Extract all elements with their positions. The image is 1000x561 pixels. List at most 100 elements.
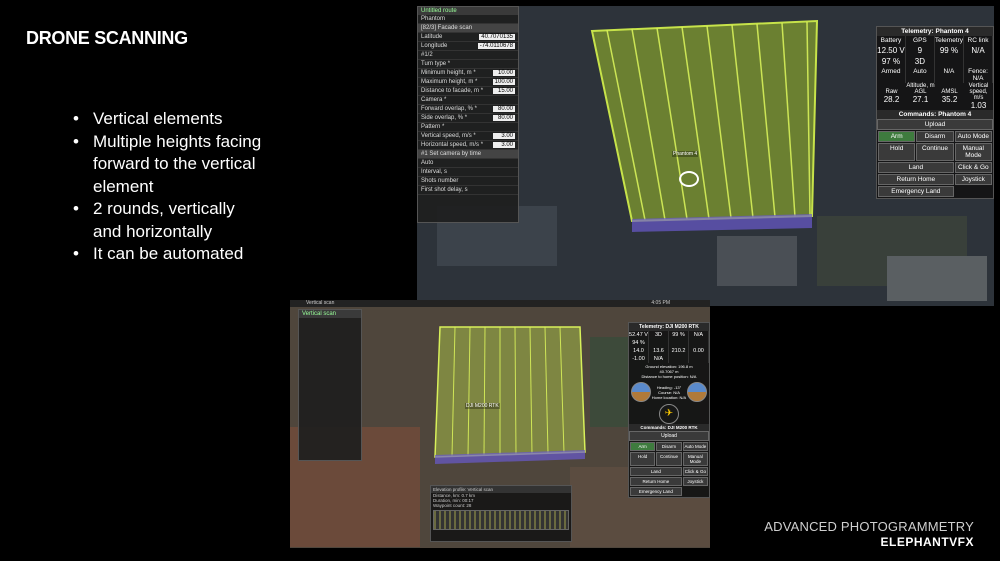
hspeed: N/A: [649, 355, 669, 363]
armed-cell: Armed: [877, 67, 906, 83]
param-value-field[interactable]: 15.00: [493, 88, 515, 94]
param-value-field[interactable]: 80.00: [493, 106, 515, 112]
alt-value: 28.2: [883, 95, 900, 104]
camera-row: Auto: [421, 160, 434, 166]
top-bar: Vertical scan 4:05 PM: [290, 300, 710, 307]
return-home-button[interactable]: Return Home: [878, 174, 954, 185]
bullet-list: Vertical elements Multiple heights facin…: [73, 108, 263, 266]
sub-bullet: 2 rounds, vertically and horizontally: [73, 198, 263, 243]
param-label: Maximum height, m *: [421, 79, 478, 85]
upload-button[interactable]: Upload: [629, 431, 709, 441]
route-editor-panel: Untitled route Phantom [82/3] Facade sca…: [417, 6, 519, 223]
longitude-field[interactable]: -74.0110678: [477, 43, 515, 49]
attitude-indicator-icon: [631, 382, 651, 402]
param-row: Horizontal speed, m/s * 3.00: [418, 141, 518, 150]
alt-value: 210.2: [669, 347, 689, 355]
armed-cell: Fence: N/A: [964, 67, 993, 83]
land-button[interactable]: Land: [630, 467, 682, 476]
tele-header: Telemetry: [934, 36, 965, 45]
elevation-title: Elevation profile: Vertical scan: [431, 486, 571, 493]
tele-header: RC link: [964, 36, 993, 45]
param-value-field[interactable]: 3.00: [493, 133, 515, 139]
param-label: Minimum height, m *: [421, 70, 476, 76]
click-go-button[interactable]: Click & Go: [682, 467, 708, 476]
emergency-land-button[interactable]: Emergency Land: [878, 186, 954, 197]
camera-row: Shots number: [421, 178, 459, 184]
facade-scan-screenshot: Phantom 4 Untitled route Phantom [82/3] …: [417, 6, 994, 306]
mission-name: [82/3] Facade scan: [421, 25, 473, 31]
alt-value: 35.2: [941, 95, 958, 104]
param-value-field[interactable]: 10.00: [493, 70, 515, 76]
continue-button[interactable]: Continue: [656, 452, 682, 466]
arm-button[interactable]: Arm: [878, 131, 916, 142]
alt-value: 27.1: [912, 95, 929, 104]
arm-button[interactable]: Arm: [630, 442, 656, 451]
hold-button[interactable]: Hold: [878, 143, 916, 161]
param-row: Forward overlap, % * 80.00: [418, 105, 518, 114]
param-row: Maximum height, m * 100.00: [418, 78, 518, 87]
vertical-scan-screenshot: Vertical scan 4:05 PM DJI M200 RTK Verti…: [290, 300, 710, 548]
manual-mode-button[interactable]: Manual Mode: [954, 143, 992, 161]
vspeed-label: Vertical speed, m/s: [968, 83, 989, 101]
longitude-label: Longitude: [421, 43, 448, 49]
bullet-main: Vertical elements: [73, 108, 263, 131]
latitude-field[interactable]: 40.7070135: [479, 34, 515, 40]
app-title: Vertical scan: [306, 300, 335, 306]
route-editor-panel: Vertical scan: [298, 309, 362, 461]
param-row: Distance to facade, m * 15.00: [418, 87, 518, 96]
auto-mode-button[interactable]: Auto Mode: [954, 131, 992, 142]
route-name[interactable]: Vertical scan: [299, 310, 361, 318]
ground-speed: -1.00: [629, 355, 649, 363]
battery-voltage: 52.47 V: [629, 331, 649, 339]
latitude-label: Latitude: [421, 34, 443, 40]
land-button[interactable]: Land: [878, 162, 954, 173]
param-value-field[interactable]: 100.00: [492, 79, 515, 85]
vspeed-value: 1.03: [970, 101, 987, 110]
disarm-button[interactable]: Disarm: [656, 442, 682, 451]
joystick-button[interactable]: Joystick: [954, 174, 992, 185]
commands-title: Commands: Phantom 4: [877, 110, 993, 119]
attitude-indicator-icon: [687, 382, 707, 402]
drone-label: Phantom 4: [672, 151, 699, 157]
hold-button[interactable]: Hold: [630, 452, 656, 466]
param-label: Side overlap, % *: [421, 115, 468, 121]
emergency-land-button[interactable]: Emergency Land: [630, 487, 682, 496]
param-row: Camera *: [418, 96, 518, 105]
param-value-field[interactable]: 3.00: [493, 142, 515, 148]
footer-course-title: ADVANCED PHOTOGRAMMETRY: [764, 519, 974, 534]
route-name[interactable]: Untitled route: [418, 7, 518, 15]
heading-line: Home location: N/A: [651, 394, 687, 400]
disarm-button[interactable]: Disarm: [916, 131, 954, 142]
return-home-button[interactable]: Return Home: [630, 477, 682, 486]
vehicle-tab[interactable]: Phantom: [421, 16, 445, 22]
elevation-row: Waypoint count: 28: [433, 503, 472, 508]
sub-bullet: It can be automated: [73, 243, 263, 266]
param-row: Vertical speed, m/s * 3.00: [418, 132, 518, 141]
param-row: Side overlap, % * 80.00: [418, 114, 518, 123]
telemetry-panel: Telemetry: DJI M200 RTK 52.47 V 3D 99 % …: [628, 322, 710, 498]
waypoint-index: #1/2: [421, 52, 433, 58]
telemetry-title: Telemetry: Phantom 4: [877, 27, 993, 36]
drone-label: DJI M200 RTK: [465, 403, 500, 409]
param-value-field[interactable]: 80.00: [493, 115, 515, 121]
upload-button[interactable]: Upload: [877, 119, 993, 130]
armed-cell: Auto: [906, 67, 935, 83]
rc-link: N/A: [689, 331, 709, 339]
drone-icon[interactable]: [679, 171, 699, 187]
alt-value: 13.6: [649, 347, 669, 355]
camera-row: Interval, s: [421, 169, 448, 175]
camera-action[interactable]: #1 Set camera by time: [421, 151, 481, 157]
param-label: Distance to facade, m *: [421, 88, 484, 94]
joystick-button[interactable]: Joystick: [682, 477, 708, 486]
param-label: Horizontal speed, m/s *: [421, 142, 484, 148]
continue-button[interactable]: Continue: [916, 143, 954, 161]
auto-mode-button[interactable]: Auto Mode: [682, 442, 708, 451]
manual-mode-button[interactable]: Manual Mode: [682, 452, 708, 466]
info-line: Distance to home position: N/A: [641, 374, 697, 379]
param-row: Pattern *: [418, 123, 518, 132]
click-go-button[interactable]: Click & Go: [954, 162, 992, 173]
param-label: Camera *: [421, 97, 447, 103]
gps-fix: 3D: [649, 331, 669, 339]
param-row: Minimum height, m * 10.00: [418, 69, 518, 78]
vspeed-value: 0.00: [689, 347, 709, 355]
